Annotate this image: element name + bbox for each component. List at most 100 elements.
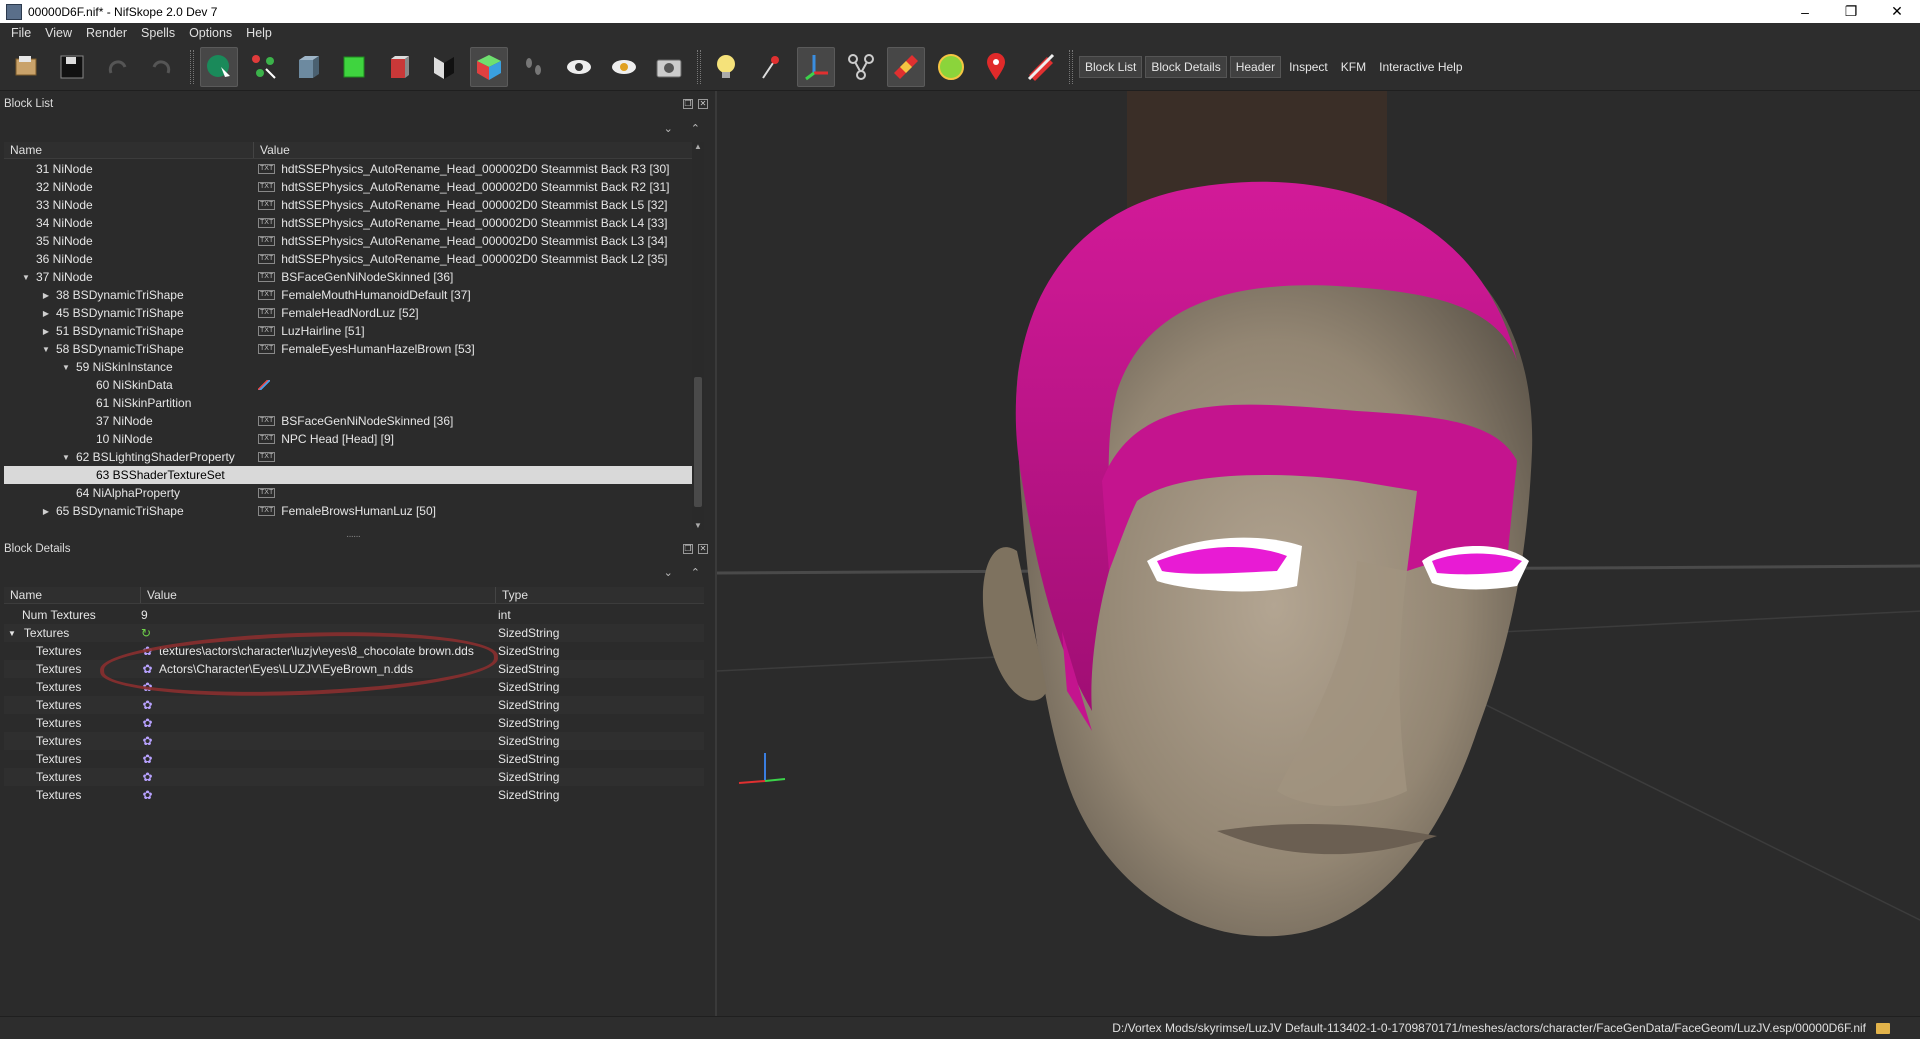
expand-up-icon[interactable]: ⌃ xyxy=(691,566,700,579)
redo-icon[interactable] xyxy=(143,47,181,87)
block-list-row[interactable]: 64 NiAlphaProperty TXT xyxy=(4,484,692,502)
detail-row[interactable]: Textures ✿ SizedString xyxy=(4,768,704,786)
view-front-icon[interactable] xyxy=(290,47,328,87)
column-value[interactable]: Value xyxy=(254,142,692,158)
refresh-icon[interactable]: ↻ xyxy=(141,626,151,640)
menu-spells[interactable]: Spells xyxy=(134,26,182,40)
block-list-row[interactable]: 37 NiNode TXT BSFaceGenNiNodeSkinned [36] xyxy=(4,412,692,430)
tab-interactive-help[interactable]: Interactive Help xyxy=(1374,57,1467,77)
colors-icon[interactable] xyxy=(932,47,970,87)
detail-row[interactable]: Textures ✿ SizedString xyxy=(4,750,704,768)
block-list-row[interactable]: 34 NiNode TXT hdtSSEPhysics_AutoRename_Hea… xyxy=(4,214,692,232)
block-list-row[interactable]: ▼ 58 BSDynamicTriShape TXT FemaleEyesHumanH… xyxy=(4,340,692,358)
detail-value-cell[interactable]: ✿ xyxy=(141,752,496,766)
menu-view[interactable]: View xyxy=(38,26,79,40)
block-list-row[interactable]: 61 NiSkinPartition xyxy=(4,394,692,412)
undo-icon[interactable] xyxy=(98,47,136,87)
block-list-row[interactable]: 10 NiNode TXT NPC Head [Head] [9] xyxy=(4,430,692,448)
expanded-arrow-icon[interactable]: ▼ xyxy=(40,345,52,354)
collapsed-arrow-icon[interactable]: ▶ xyxy=(40,291,52,300)
expanded-arrow-icon[interactable]: ▼ xyxy=(60,363,72,372)
detail-row[interactable]: Textures ✿ SizedString xyxy=(4,732,704,750)
scrollbar-thumb[interactable] xyxy=(694,377,702,507)
expand-up-icon[interactable]: ⌃ xyxy=(691,122,700,135)
tab-inspect[interactable]: Inspect xyxy=(1284,57,1333,77)
menu-render[interactable]: Render xyxy=(79,26,134,40)
block-list-row[interactable]: ▼ 62 BSLightingShaderProperty TXT xyxy=(4,448,692,466)
show-hidden-icon[interactable] xyxy=(560,47,598,87)
block-list-row[interactable]: ▶ 65 BSDynamicTriShape TXT FemaleBrowsHuman… xyxy=(4,502,692,520)
collapse-down-icon[interactable]: ⌄ xyxy=(664,566,673,579)
block-list-row[interactable]: 33 NiNode TXT hdtSSEPhysics_AutoRename_Hea… xyxy=(4,196,692,214)
collapsed-arrow-icon[interactable]: ▶ xyxy=(40,327,52,336)
block-list-row[interactable]: 32 NiNode TXT hdtSSEPhysics_AutoRename_Hea… xyxy=(4,178,692,196)
detail-value-cell[interactable]: ✿ xyxy=(141,716,496,730)
detail-row[interactable]: Num Textures 9 int xyxy=(4,606,704,624)
view-top-icon[interactable] xyxy=(335,47,373,87)
hidden-shapes-icon[interactable] xyxy=(1022,47,1060,87)
render-viewport[interactable] xyxy=(715,91,1920,1016)
block-list-row[interactable]: 35 NiNode TXT hdtSSEPhysics_AutoRename_Hea… xyxy=(4,232,692,250)
tab-kfm[interactable]: KFM xyxy=(1336,57,1371,77)
detail-value-cell[interactable]: ✿ xyxy=(141,788,496,802)
expanded-arrow-icon[interactable]: ▼ xyxy=(60,453,72,462)
block-list-row[interactable]: ▶ 45 BSDynamicTriShape TXT FemaleHeadNordLu… xyxy=(4,304,692,322)
float-panel-icon[interactable]: ❐ xyxy=(683,99,693,109)
block-list-row[interactable]: ▶ 38 BSDynamicTriShape TXT FemaleMouthHuman… xyxy=(4,286,692,304)
block-list-row[interactable]: 36 NiNode TXT hdtSSEPhysics_AutoRename_Hea… xyxy=(4,250,692,268)
load-icon[interactable] xyxy=(8,47,46,87)
walk-icon[interactable] xyxy=(515,47,553,87)
constraints-icon[interactable] xyxy=(842,47,880,87)
menu-options[interactable]: Options xyxy=(182,26,239,40)
pin-icon[interactable] xyxy=(752,47,790,87)
column-type[interactable]: Type xyxy=(496,587,704,603)
restore-button[interactable]: ❐ xyxy=(1828,0,1874,23)
detail-value-cell[interactable]: 9 xyxy=(141,608,496,622)
save-icon[interactable] xyxy=(53,47,91,87)
textures-icon[interactable] xyxy=(887,46,925,87)
scroll-down-icon[interactable]: ▼ xyxy=(694,521,702,530)
view-user-icon[interactable] xyxy=(425,47,463,87)
scroll-up-icon[interactable]: ▲ xyxy=(694,142,702,151)
block-list-scrollbar[interactable]: ▲ ▼ xyxy=(692,142,704,530)
tab-header[interactable]: Header xyxy=(1229,55,1282,78)
column-value[interactable]: Value xyxy=(141,587,496,603)
collapsed-arrow-icon[interactable]: ▶ xyxy=(40,309,52,318)
detail-value-cell[interactable]: ✿ xyxy=(141,698,496,712)
menu-file[interactable]: File xyxy=(4,26,38,40)
lighting-icon[interactable] xyxy=(707,47,745,87)
detail-row[interactable]: Textures ✿ SizedString xyxy=(4,696,704,714)
float-panel-icon[interactable]: ❐ xyxy=(683,544,693,554)
detail-row[interactable]: Textures ✿ SizedString xyxy=(4,786,704,804)
block-list-row[interactable]: ▼ 37 NiNode TXT BSFaceGenNiNodeSkinned [36] xyxy=(4,268,692,286)
expanded-arrow-icon[interactable]: ▼ xyxy=(20,273,32,282)
column-name[interactable]: Name xyxy=(4,587,141,603)
close-panel-icon[interactable]: ✕ xyxy=(698,544,708,554)
screenshot-icon[interactable] xyxy=(650,47,688,87)
marker-icon[interactable] xyxy=(977,47,1015,87)
tab-block-details[interactable]: Block Details xyxy=(1145,55,1227,78)
close-panel-icon[interactable]: ✕ xyxy=(698,99,708,109)
collapsed-arrow-icon[interactable]: ▶ xyxy=(40,507,52,516)
select-object-icon[interactable] xyxy=(200,46,238,87)
block-list-row[interactable]: 31 NiNode TXT hdtSSEPhysics_AutoRename_Hea… xyxy=(4,160,692,178)
tab-block-list[interactable]: Block List xyxy=(1079,55,1143,78)
block-list-row[interactable]: 60 NiSkinData xyxy=(4,376,692,394)
view-side-icon[interactable] xyxy=(380,47,418,87)
expanded-arrow-icon[interactable]: ▼ xyxy=(8,629,16,638)
collapse-down-icon[interactable]: ⌄ xyxy=(664,122,673,135)
axes-icon[interactable] xyxy=(797,46,835,87)
close-button[interactable]: ✕ xyxy=(1874,0,1920,23)
minimize-button[interactable]: – xyxy=(1782,0,1828,23)
view-perspective-icon[interactable] xyxy=(470,46,508,87)
block-list-row[interactable]: ▶ 51 BSDynamicTriShape TXT LuzHairline [51] xyxy=(4,322,692,340)
detail-value-cell[interactable]: ✿ xyxy=(141,770,496,784)
block-list-row[interactable]: ▼ 59 NiSkinInstance xyxy=(4,358,692,376)
menu-help[interactable]: Help xyxy=(239,26,279,40)
block-list-row[interactable]: 63 BSShaderTextureSet xyxy=(4,466,692,484)
select-vertex-icon[interactable] xyxy=(245,47,283,87)
show-nodes-icon[interactable] xyxy=(605,47,643,87)
detail-row[interactable]: Textures ✿ SizedString xyxy=(4,714,704,732)
folder-icon[interactable] xyxy=(1876,1022,1890,1034)
column-name[interactable]: Name xyxy=(4,142,254,158)
